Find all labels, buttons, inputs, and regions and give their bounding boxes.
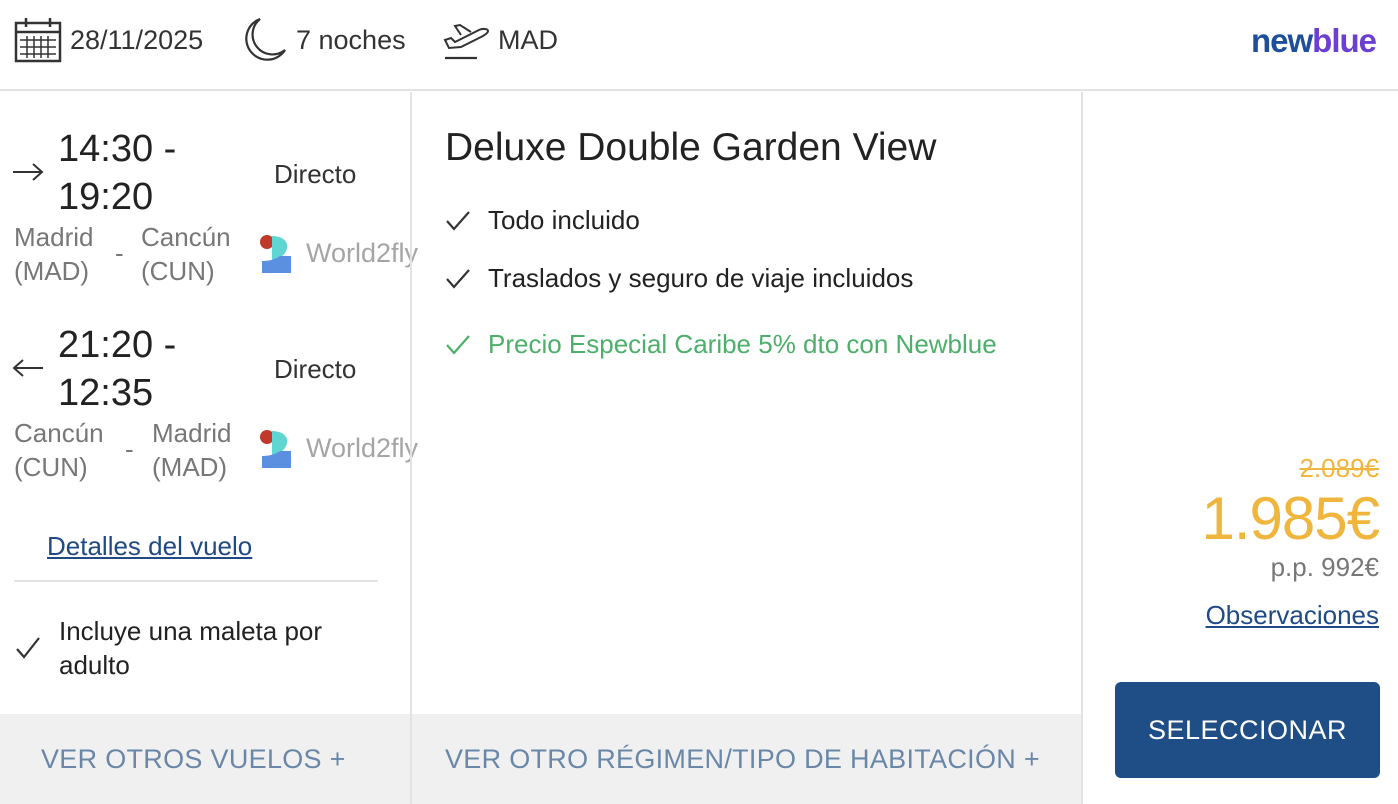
check-icon bbox=[446, 334, 470, 355]
select-button[interactable]: SELECCIONAR bbox=[1115, 682, 1380, 778]
destination-city-code: (CUN) bbox=[141, 256, 215, 286]
destination-city-code: (MAD) bbox=[152, 452, 228, 482]
origin-city-name: Madrid bbox=[14, 222, 94, 252]
plane-departure-icon bbox=[441, 18, 491, 62]
nights-count: 7 noches bbox=[296, 24, 406, 55]
original-price: 2.089€ bbox=[1299, 453, 1379, 483]
destination-city: Madrid (MAD) bbox=[152, 416, 231, 484]
newblue-logo: newblue bbox=[1250, 22, 1377, 60]
other-room-type-button[interactable]: VER OTRO RÉGIMEN/TIPO DE HABITACIÓN + bbox=[412, 714, 1081, 804]
feature-label: Todo incluido bbox=[488, 205, 640, 235]
departure-time: 14:30 - bbox=[58, 128, 177, 170]
check-icon bbox=[14, 634, 42, 662]
column-divider bbox=[410, 92, 412, 804]
origin-city-code: (MAD) bbox=[14, 256, 90, 286]
destination-city: Cancún (CUN) bbox=[141, 220, 231, 288]
logo-part-1: new bbox=[1250, 22, 1313, 59]
world2fly-logo-icon bbox=[258, 428, 292, 470]
check-icon bbox=[446, 268, 470, 289]
origin-city-code: (CUN) bbox=[14, 452, 88, 482]
arrow-left-icon bbox=[12, 358, 44, 378]
flight-details-link[interactable]: Detalles del vuelo bbox=[47, 531, 252, 562]
flight-type: Directo bbox=[274, 354, 357, 384]
world2fly-logo-icon bbox=[258, 233, 292, 275]
column-divider bbox=[1081, 92, 1083, 804]
flight-times: 21:20 - 12:35 bbox=[58, 321, 258, 417]
destination-city-name: Cancún bbox=[141, 222, 231, 252]
calendar-icon bbox=[14, 17, 62, 63]
promo-feature-item: Precio Especial Caribe 5% dto con Newblu… bbox=[445, 329, 997, 360]
search-summary-header: 28/11/2025 7 noches MAD newblue bbox=[0, 0, 1398, 91]
origin-city: Madrid (MAD) bbox=[14, 220, 93, 288]
flight-times: 14:30 - 19:20 bbox=[58, 125, 258, 221]
origin-airport: MAD bbox=[498, 24, 558, 55]
departure-time: 21:20 - bbox=[58, 324, 177, 366]
destination-city-name: Madrid bbox=[152, 418, 232, 448]
feature-item: Todo incluido bbox=[445, 205, 640, 236]
promo-label: Precio Especial Caribe 5% dto con Newblu… bbox=[488, 329, 997, 359]
outbound-flight: 14:30 - 19:20 Directo Madrid (MAD) - Can… bbox=[0, 125, 418, 315]
logo-part-2: blue bbox=[1312, 22, 1377, 59]
nights-item: 7 noches bbox=[240, 0, 406, 80]
date-item: 28/11/2025 bbox=[14, 0, 203, 80]
luggage-included: Incluye una maleta por adulto bbox=[59, 616, 323, 680]
flight-type: Directo bbox=[274, 159, 357, 189]
origin-city: Cancún (CUN) bbox=[14, 416, 104, 484]
room-title: Deluxe Double Garden View bbox=[445, 126, 937, 169]
total-price: 1.985€ bbox=[1201, 485, 1380, 552]
arrival-time: 12:35 bbox=[58, 372, 154, 414]
airline-name: World2fly bbox=[306, 238, 419, 268]
arrival-time: 19:20 bbox=[58, 176, 154, 218]
return-flight: 21:20 - 12:35 Directo Cancún (CUN) - Mad… bbox=[0, 321, 418, 511]
other-flights-button[interactable]: VER OTROS VUELOS + bbox=[0, 714, 410, 804]
check-icon bbox=[446, 210, 470, 231]
route-separator: - bbox=[115, 238, 124, 268]
feature-item: Traslados y seguro de viaje incluidos bbox=[445, 263, 913, 294]
route-separator: - bbox=[125, 434, 134, 464]
price-per-person: p.p. 992€ bbox=[1270, 552, 1379, 582]
moon-icon bbox=[240, 16, 288, 64]
travel-date: 28/11/2025 bbox=[70, 24, 204, 55]
feature-label: Traslados y seguro de viaje incluidos bbox=[488, 263, 914, 293]
divider bbox=[14, 580, 378, 582]
arrow-right-icon bbox=[12, 162, 44, 182]
origin-city-name: Cancún bbox=[14, 418, 104, 448]
origin-item: MAD bbox=[441, 0, 558, 80]
airline-name: World2fly bbox=[306, 433, 419, 463]
observations-link[interactable]: Observaciones bbox=[1206, 600, 1379, 631]
